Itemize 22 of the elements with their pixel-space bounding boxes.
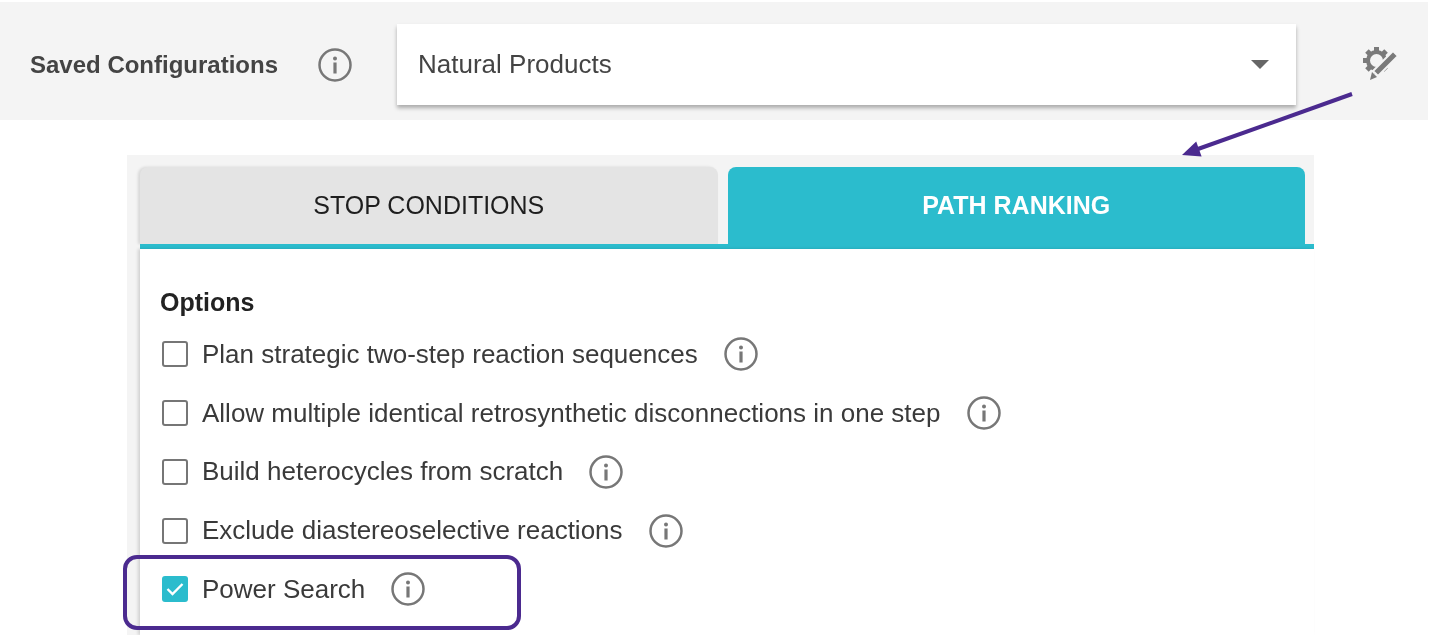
caret-icon [1251, 60, 1270, 69]
checkbox[interactable] [162, 517, 188, 544]
info-icon[interactable] [589, 454, 624, 489]
info-icon[interactable] [391, 572, 426, 607]
checkbox[interactable] [162, 576, 188, 603]
option-label: Allow multiple identical retrosynthetic disconnections in one step [202, 396, 941, 430]
info-icon[interactable] [648, 513, 683, 548]
info-icon[interactable] [966, 396, 1001, 431]
checkbox[interactable] [162, 458, 188, 485]
option-label: Plan strategic two-step reaction sequences [202, 337, 698, 371]
options-heading: Options [160, 287, 255, 317]
info-icon[interactable] [723, 337, 758, 372]
option-label: Build heterocycles from scratch [202, 455, 564, 489]
option-label: Power Search [202, 572, 366, 606]
tab[interactable]: STOP CONDITIONS [140, 167, 718, 244]
check-icon [166, 582, 184, 597]
configuration-select[interactable]: Natural Products [397, 24, 1297, 105]
saved-configurations-label: Saved Configurations [30, 49, 279, 80]
checkbox[interactable] [162, 400, 188, 427]
checkbox[interactable] [162, 341, 188, 368]
info-icon[interactable] [318, 47, 353, 82]
option-label: Exclude diastereoselective reactions [202, 514, 623, 548]
